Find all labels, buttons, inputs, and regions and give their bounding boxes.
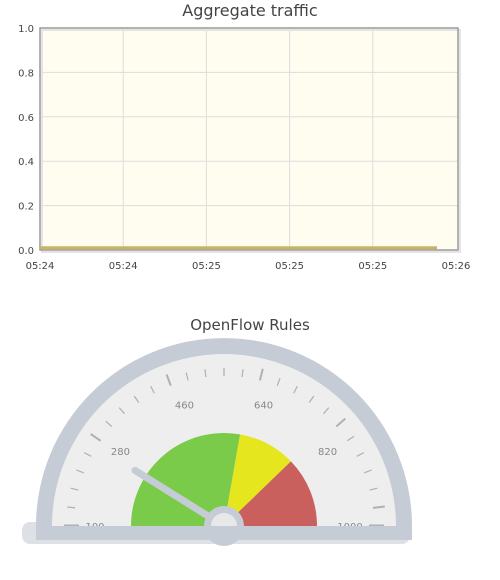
- y-tick-label: 0.8: [18, 68, 34, 79]
- aggregate-traffic-panel: Aggregate traffic 0.0 0.2 0.4 0.6 0.8 1.0 05:2…: [0, 0, 500, 280]
- gauge-scale-label: 820: [318, 447, 337, 458]
- x-tick-label: 05:25: [358, 261, 387, 272]
- gauge-scale-label: 460: [175, 400, 194, 411]
- y-tick-label: 1.0: [18, 24, 34, 35]
- aggregate-traffic-chart: 0.0 0.2 0.4 0.6 0.8 1.0 05:24 05:24 05:25 05:25 05…: [18, 24, 471, 272]
- gauge-baseline: [36, 526, 412, 540]
- gauge-tick: [372, 505, 385, 509]
- x-tick-label: 05:26: [442, 261, 471, 272]
- x-tick-label: 05:24: [109, 261, 138, 272]
- gauge-scale-label: 280: [111, 447, 130, 458]
- y-tick-label: 0.2: [18, 202, 34, 213]
- openflow-rules-gauge: 1002804606408201000: [22, 338, 412, 546]
- x-tick-label: 05:25: [275, 261, 304, 272]
- openflow-rules-panel: OpenFlow Rules 1002804606408201000: [0, 300, 500, 580]
- y-tick-label: 0.4: [18, 157, 34, 168]
- y-tick-label: 0.0: [18, 246, 34, 257]
- y-tick-label: 0.6: [18, 113, 34, 124]
- x-tick-label: 05:25: [192, 261, 221, 272]
- gauge-scale-label: 640: [254, 400, 273, 411]
- plot-background: [40, 28, 458, 250]
- x-tick-label: 05:24: [26, 261, 55, 272]
